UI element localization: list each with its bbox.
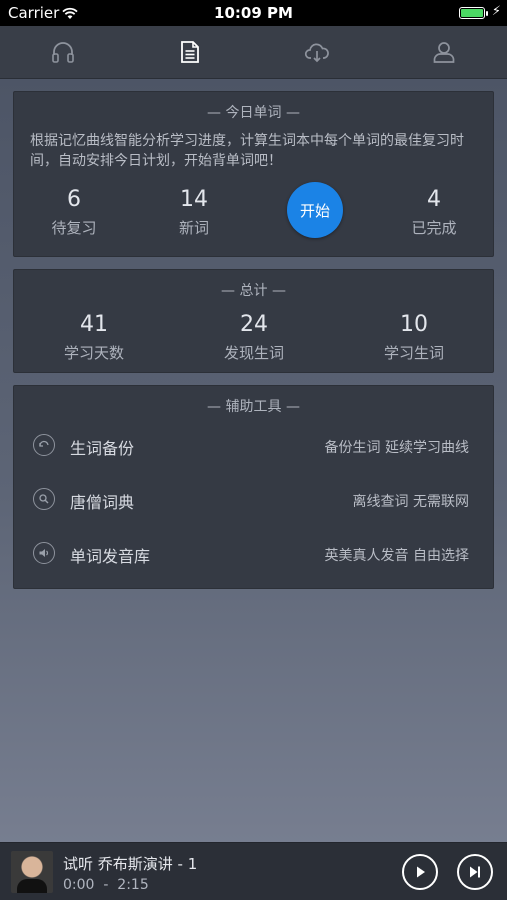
headphones-icon [52,42,74,63]
tool-row-pronunciation[interactable]: 单词发音库 英美真人发音 自由选择 [14,535,493,575]
today-words-title: — 今日单词 — [207,105,300,121]
speaker-icon [33,542,55,564]
stat-label: 已完成 [411,219,457,237]
stat-new-words: 14 新词 [134,187,254,238]
tool-row-backup[interactable]: 生词备份 备份生词 延续学习曲线 [14,427,493,467]
today-words-card: — 今日单词 — 根据记忆曲线智能分析学习进度，计算生词本中每个单词的最佳复习时… [13,91,494,257]
today-description: 根据记忆曲线智能分析学习进度，计算生词本中每个单词的最佳复习时间，自动安排今日计… [30,133,464,169]
charging-icon: ⚡ [491,4,501,19]
tools-title: — 辅助工具 — [207,399,300,415]
top-tab-bar [0,26,507,79]
stat-found-words: 24 发现生词 [194,312,314,363]
mini-player[interactable]: 试听 乔布斯演讲 - 1 0:00 - 2:15 [0,842,507,900]
stat-value: 4 [427,187,441,212]
stat-pending-review: 6 待复习 [14,187,134,238]
tool-description: 离线查词 无需联网 [352,494,469,510]
document-icon [181,41,199,63]
clock: 10:09 PM [214,4,293,22]
tool-row-dictionary[interactable]: 唐僧词典 离线查词 无需联网 [14,481,493,521]
play-button[interactable] [402,854,438,890]
skip-next-icon [470,866,480,878]
status-bar: Carrier 10:09 PM ⚡ [0,0,507,26]
stat-label: 新词 [178,219,209,237]
tab-listen[interactable] [0,26,126,78]
play-icon [417,866,425,878]
tool-name: 生词备份 [70,439,135,458]
total-card: — 总计 — 41 学习天数 24 发现生词 10 学习生词 [13,269,494,373]
battery-icon [459,7,485,19]
stat-completed: 4 已完成 [374,187,494,238]
tool-description: 备份生词 延续学习曲线 [324,440,469,456]
stat-label: 学习生词 [383,344,444,362]
tab-download[interactable] [254,26,380,78]
stat-value: 24 [240,312,268,337]
track-time: 0:00 - 2:15 [63,877,149,893]
stat-label: 待复习 [51,219,97,237]
tool-name: 唐僧词典 [70,493,135,512]
tool-name: 单词发音库 [70,547,151,566]
backup-icon [33,434,55,456]
user-icon [433,42,455,63]
tool-description: 英美真人发音 自由选择 [324,548,469,564]
tab-profile[interactable] [381,26,507,78]
track-artwork [11,851,53,893]
stat-label: 发现生词 [223,344,284,362]
tab-words[interactable] [127,26,253,78]
stat-value: 14 [180,187,208,212]
stat-learned-words: 10 学习生词 [354,312,474,363]
stat-study-days: 41 学习天数 [34,312,154,363]
stat-value: 41 [80,312,108,337]
total-title: — 总计 — [221,283,286,299]
tools-card: — 辅助工具 — 生词备份 备份生词 延续学习曲线 唐僧词典 离线查词 无需联网… [13,385,494,589]
next-track-button[interactable] [457,854,493,890]
track-title: 试听 乔布斯演讲 - 1 [63,855,198,873]
stat-label: 学习天数 [63,344,124,362]
stat-value: 10 [400,312,428,337]
cloud-download-icon [304,43,329,63]
search-icon [33,488,55,510]
start-button[interactable]: 开始 [287,182,343,238]
battery-cap [486,11,488,16]
stat-value: 6 [67,187,81,212]
